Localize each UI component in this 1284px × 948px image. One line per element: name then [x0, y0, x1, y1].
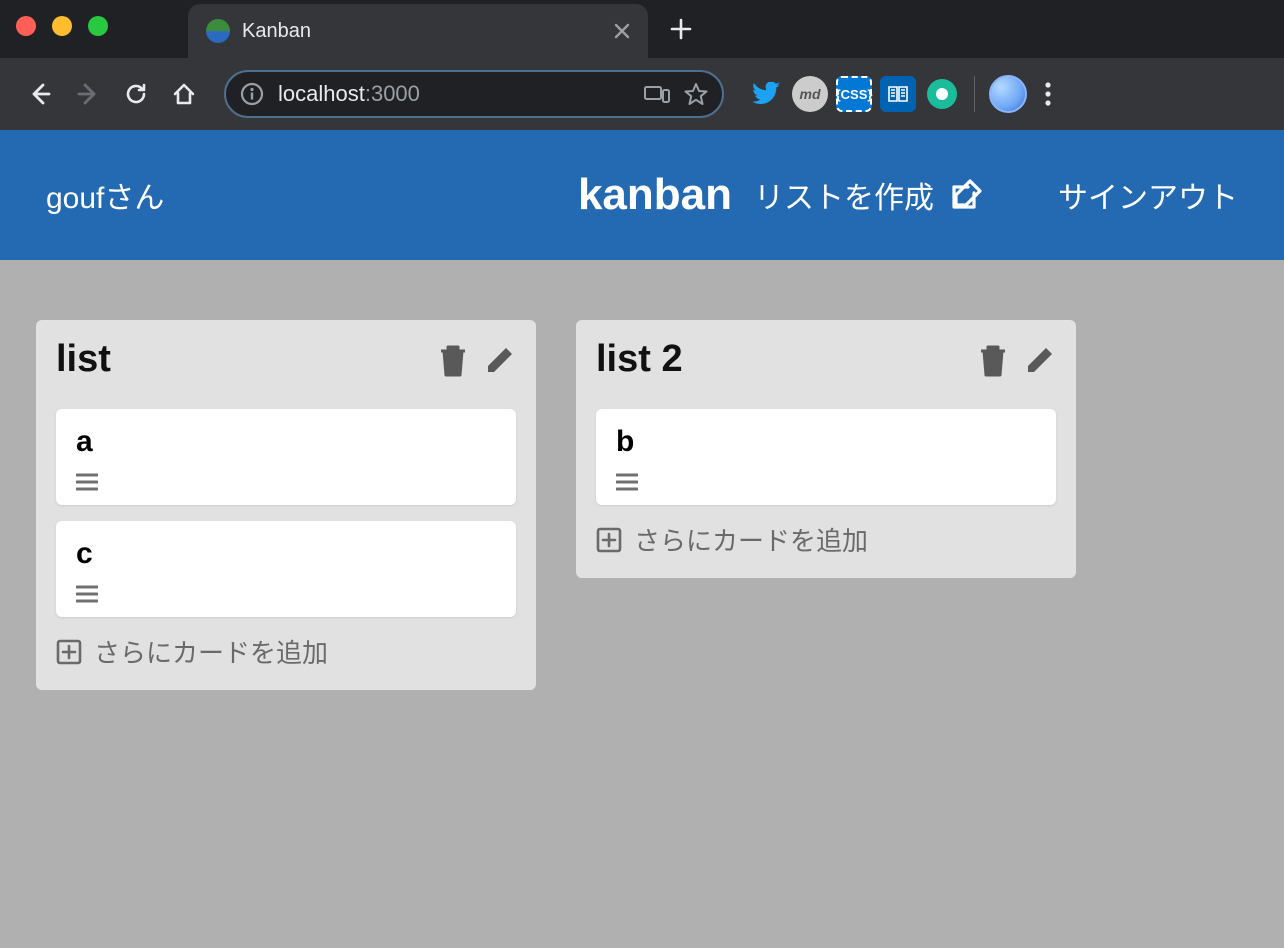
plus-box-icon — [596, 527, 622, 553]
list-title: list — [56, 338, 422, 381]
window-minimize-button[interactable] — [52, 16, 72, 36]
user-label: goufさん — [46, 173, 164, 217]
tab-close-button[interactable] — [610, 19, 634, 43]
browser-tab[interactable]: Kanban — [188, 4, 648, 58]
profile-avatar[interactable] — [989, 75, 1027, 113]
kanban-list: list a c さらにカードを追加 — [36, 320, 536, 690]
tab-favicon-icon — [206, 19, 230, 43]
close-icon — [614, 23, 630, 39]
delete-list-button[interactable] — [438, 343, 468, 377]
extension-book-icon[interactable] — [880, 76, 916, 112]
kanban-list: list 2 b さらにカードを追加 — [576, 320, 1076, 578]
site-info-icon[interactable] — [240, 82, 264, 106]
app-header: goufさん kanban リストを作成 サインアウト — [0, 130, 1284, 260]
card-menu-button[interactable] — [76, 473, 496, 491]
pencil-icon — [484, 344, 516, 376]
pencil-icon — [1024, 344, 1056, 376]
card-title: a — [76, 425, 496, 459]
window-maximize-button[interactable] — [88, 16, 108, 36]
arrow-right-icon — [75, 81, 101, 107]
arrow-left-icon — [27, 81, 53, 107]
list-header: list — [56, 338, 516, 381]
toolbar-separator — [974, 76, 975, 112]
card-menu-button[interactable] — [76, 585, 496, 603]
kanban-card[interactable]: c — [56, 521, 516, 617]
trash-icon — [438, 343, 468, 377]
reload-icon — [123, 81, 149, 107]
menu-icon — [616, 473, 638, 491]
vertical-dots-icon — [1045, 82, 1051, 106]
back-button[interactable] — [18, 72, 62, 116]
window-controls — [16, 16, 108, 36]
extension-md-icon[interactable]: md — [792, 76, 828, 112]
edit-icon — [948, 177, 984, 213]
extension-twitter-icon[interactable] — [748, 76, 784, 112]
plus-box-icon — [56, 639, 82, 665]
card-title: b — [616, 425, 1036, 459]
list-title: list 2 — [596, 338, 962, 381]
menu-icon — [76, 585, 98, 603]
brand-logo[interactable]: kanban — [578, 170, 732, 220]
card-title: c — [76, 537, 496, 571]
add-card-label: さらにカードを追加 — [634, 521, 868, 558]
extension-css-icon[interactable]: {CSS} — [836, 76, 872, 112]
list-header: list 2 — [596, 338, 1056, 381]
card-menu-button[interactable] — [616, 473, 1036, 491]
signout-link[interactable]: サインアウト — [1058, 173, 1238, 217]
url-host: localhost:3000 — [278, 81, 420, 107]
extensions-row: md {CSS} — [748, 75, 1081, 113]
add-card-button[interactable]: さらにカードを追加 — [596, 521, 1056, 558]
bookmark-star-icon[interactable] — [684, 82, 708, 106]
create-list-button[interactable]: リストを作成 — [754, 173, 984, 217]
window-close-button[interactable] — [16, 16, 36, 36]
delete-list-button[interactable] — [978, 343, 1008, 377]
create-list-label: リストを作成 — [754, 173, 934, 217]
add-card-label: さらにカードを追加 — [94, 633, 328, 670]
home-button[interactable] — [162, 72, 206, 116]
address-bar[interactable]: localhost:3000 — [224, 70, 724, 118]
forward-button[interactable] — [66, 72, 110, 116]
kanban-board: list a c さらにカードを追加 list 2 — [0, 260, 1284, 750]
tab-strip: Kanban — [0, 0, 1284, 58]
edit-list-button[interactable] — [484, 344, 516, 376]
plus-icon — [670, 18, 692, 40]
tab-title: Kanban — [242, 20, 598, 43]
browser-toolbar: localhost:3000 md {CSS} — [0, 58, 1284, 130]
reload-button[interactable] — [114, 72, 158, 116]
add-card-button[interactable]: さらにカードを追加 — [56, 633, 516, 670]
menu-icon — [76, 473, 98, 491]
kanban-card[interactable]: b — [596, 409, 1056, 505]
browser-chrome: Kanban localhost:3000 — [0, 0, 1284, 130]
browser-menu-button[interactable] — [1045, 82, 1081, 106]
home-icon — [171, 81, 197, 107]
devices-icon[interactable] — [644, 84, 670, 104]
new-tab-button[interactable] — [670, 18, 692, 40]
kanban-card[interactable]: a — [56, 409, 516, 505]
extension-eye-icon[interactable] — [924, 76, 960, 112]
edit-list-button[interactable] — [1024, 344, 1056, 376]
trash-icon — [978, 343, 1008, 377]
